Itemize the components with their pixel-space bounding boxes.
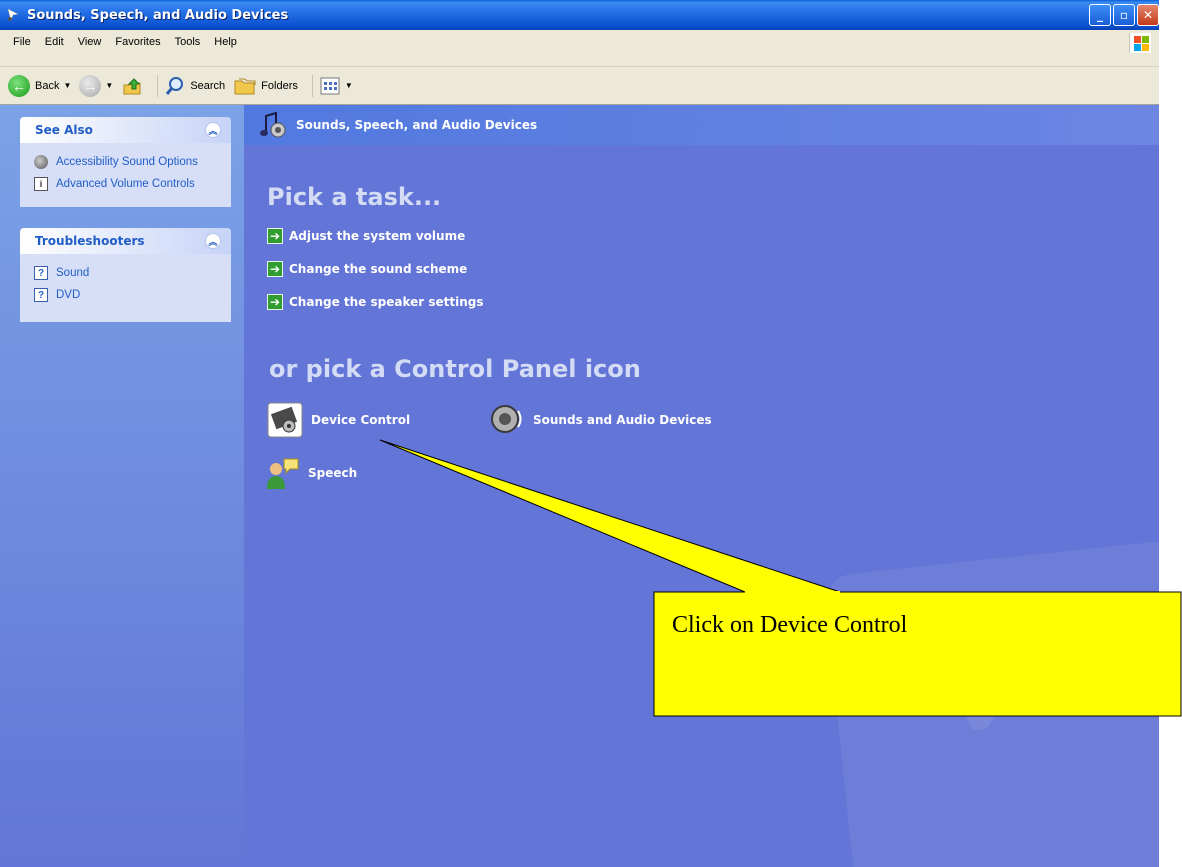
collapse-chevron-icon[interactable]: ︽ — [205, 122, 221, 138]
restore-button[interactable]: ▫ — [1113, 4, 1135, 26]
task-label: Change the sound scheme — [289, 262, 468, 276]
menu-file[interactable]: File — [6, 36, 38, 48]
green-arrow-icon: ➔ — [267, 261, 283, 277]
device-control-item[interactable]: Device Control — [267, 402, 410, 438]
link-label: Sound — [56, 267, 90, 279]
callout-text: Click on Device Control — [672, 612, 908, 638]
sounds-audio-devices-item[interactable]: Sounds and Audio Devices — [489, 402, 712, 438]
toolbar-separator — [311, 74, 313, 97]
back-label: Back — [35, 79, 60, 92]
troubleshooters-panel: Troubleshooters ︽ ? Sound ? DVD — [20, 228, 231, 322]
task-label: Adjust the system volume — [289, 229, 466, 243]
speech-label: Speech — [308, 466, 358, 480]
help-icon: ? — [34, 266, 48, 280]
link-accessibility-sound-options[interactable]: Accessibility Sound Options — [34, 151, 221, 173]
link-advanced-volume-controls[interactable]: i Advanced Volume Controls — [34, 173, 221, 195]
window-right-edge — [1159, 0, 1182, 867]
green-arrow-icon: ➔ — [267, 294, 283, 310]
see-also-panel: See Also ︽ Accessibility Sound Options i… — [20, 117, 231, 207]
task-adjust-volume[interactable]: ➔ Adjust the system volume — [267, 228, 465, 244]
link-label: Advanced Volume Controls — [56, 178, 195, 190]
search-button[interactable]: Search — [164, 75, 225, 97]
troubleshooters-header[interactable]: Troubleshooters ︽ — [20, 228, 231, 254]
back-dropdown-icon[interactable]: ▼ — [63, 81, 71, 90]
up-folder-button[interactable] — [121, 75, 143, 97]
windows-logo-icon — [1129, 33, 1151, 53]
toolbar: ← Back ▼ → ▼ Search Folders ▼ — [0, 67, 1159, 105]
speaker-icon — [489, 402, 525, 438]
search-icon — [166, 76, 184, 95]
device-control-label: Device Control — [311, 413, 411, 427]
info-icon: i — [34, 177, 48, 191]
menu-edit[interactable]: Edit — [38, 36, 71, 48]
task-label: Change the speaker settings — [289, 295, 484, 309]
checkmark-watermark-icon: ✓ — [936, 589, 1079, 787]
see-also-title: See Also — [35, 123, 93, 137]
sounds-audio-devices-label: Sounds and Audio Devices — [533, 413, 712, 427]
back-button[interactable]: ← Back ▼ — [8, 74, 71, 97]
green-arrow-icon: ➔ — [267, 228, 283, 244]
views-button[interactable]: ▼ — [319, 76, 353, 96]
folders-icon — [234, 78, 256, 94]
window-controls: _ ▫ ✕ — [1089, 4, 1159, 26]
menu-help[interactable]: Help — [207, 36, 244, 48]
link-dvd-troubleshooter[interactable]: ? DVD — [34, 284, 221, 306]
sounds-app-icon — [5, 7, 21, 23]
folders-button[interactable]: Folders — [233, 75, 298, 97]
speech-icon — [264, 455, 300, 491]
menu-bar: File Edit View Favorites Tools Help — [0, 30, 1159, 67]
up-folder-icon — [123, 77, 141, 94]
task-pane: See Also ︽ Accessibility Sound Options i… — [0, 105, 244, 867]
folders-label: Folders — [261, 79, 298, 92]
pick-task-heading: Pick a task... — [267, 183, 442, 211]
collapse-chevron-icon[interactable]: ︽ — [205, 233, 221, 249]
help-icon: ? — [34, 288, 48, 302]
forward-button[interactable]: → ▼ — [79, 74, 113, 97]
troubleshooters-title: Troubleshooters — [35, 234, 145, 248]
speech-item[interactable]: Speech — [264, 455, 357, 491]
window-title: Sounds, Speech, and Audio Devices — [27, 7, 289, 23]
back-arrow-icon: ← — [8, 74, 30, 97]
toolbar-separator — [157, 74, 159, 97]
minimize-button[interactable]: _ — [1089, 4, 1111, 26]
speaker-icon — [34, 155, 48, 169]
views-icon — [320, 77, 340, 94]
control-panel-icon-heading: or pick a Control Panel icon — [269, 355, 641, 383]
link-sound-troubleshooter[interactable]: ? Sound — [34, 262, 221, 284]
title-bar[interactable]: Sounds, Speech, and Audio Devices _ ▫ ✕ — [0, 0, 1159, 30]
close-button[interactable]: ✕ — [1137, 4, 1159, 26]
menu-view[interactable]: View — [71, 36, 109, 48]
search-label: Search — [190, 79, 226, 92]
category-title: Sounds, Speech, and Audio Devices — [296, 118, 538, 132]
menu-favorites[interactable]: Favorites — [108, 36, 167, 48]
link-label: Accessibility Sound Options — [56, 156, 198, 168]
device-control-icon — [267, 402, 303, 438]
main-content: ✓ Sounds, Speech, and Audio Devices Pick… — [244, 105, 1159, 867]
category-header: Sounds, Speech, and Audio Devices — [244, 105, 1159, 145]
see-also-header[interactable]: See Also ︽ — [20, 117, 231, 143]
task-change-sound-scheme[interactable]: ➔ Change the sound scheme — [267, 261, 467, 277]
menu-tools[interactable]: Tools — [168, 36, 208, 48]
forward-arrow-icon: → — [79, 74, 102, 97]
forward-dropdown-icon[interactable]: ▼ — [105, 81, 113, 90]
link-label: DVD — [56, 289, 81, 301]
sounds-category-icon — [258, 110, 288, 140]
task-change-speaker-settings[interactable]: ➔ Change the speaker settings — [267, 294, 484, 310]
views-dropdown-icon[interactable]: ▼ — [345, 81, 353, 90]
